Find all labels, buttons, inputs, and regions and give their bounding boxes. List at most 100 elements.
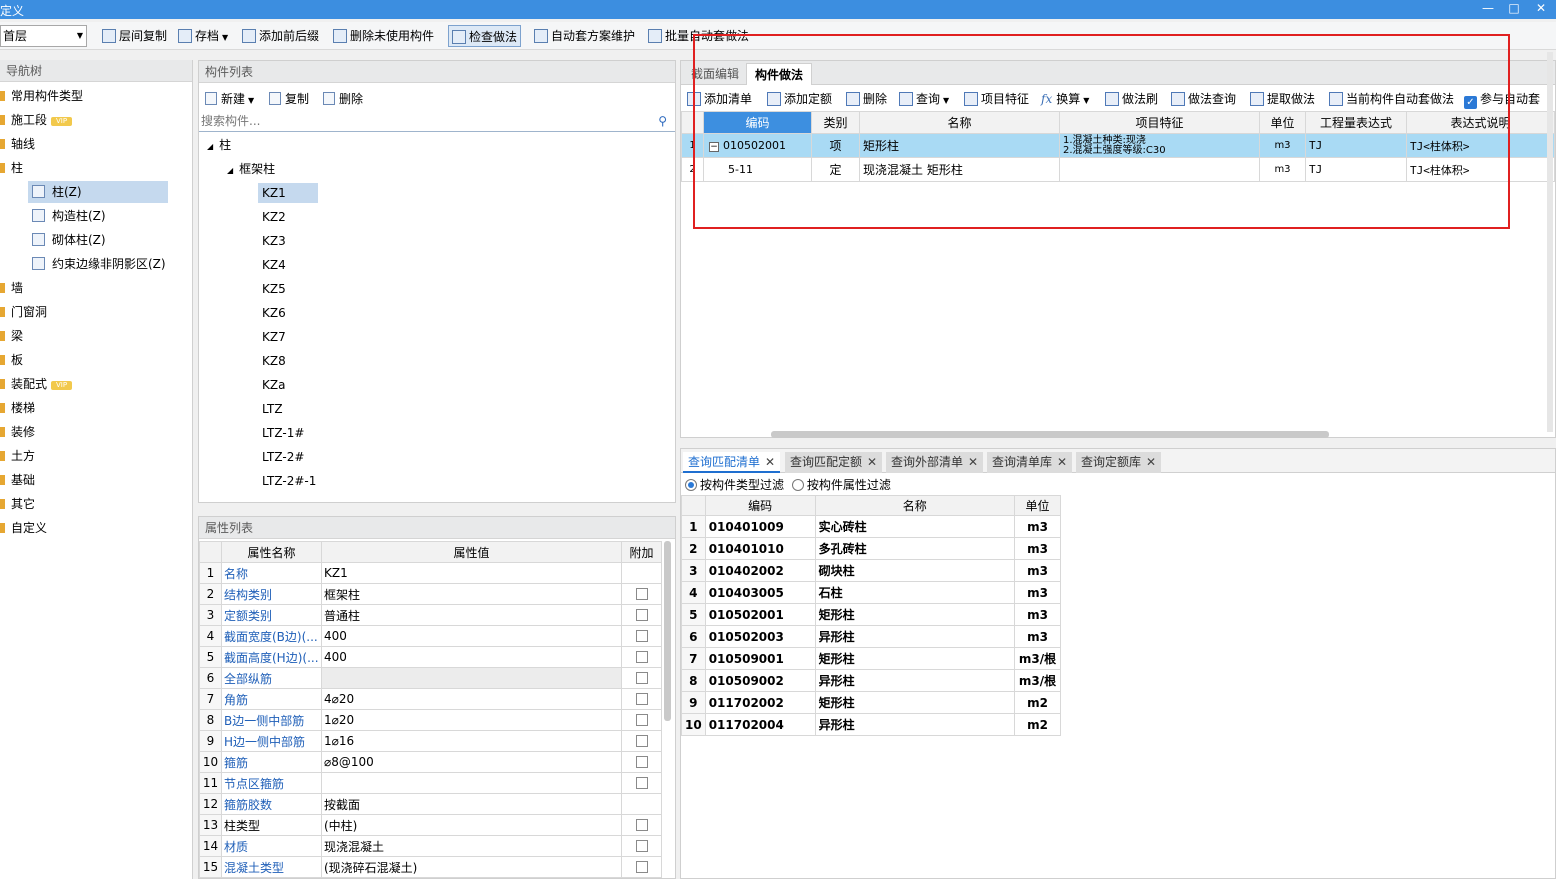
name-cell[interactable]: 多孔砖柱 <box>814 537 1015 560</box>
floor-select[interactable]: 首层 ▼ <box>0 25 87 47</box>
nav-item-custom[interactable]: 自定义 <box>0 518 47 538</box>
attach-cell[interactable] <box>621 814 662 836</box>
checkbox[interactable] <box>635 819 648 831</box>
query-row[interactable]: 8 010509002 异形柱 m3/根 <box>681 669 1062 692</box>
property-value[interactable]: 4⌀20 <box>321 688 622 710</box>
tree-item[interactable]: KZ8 <box>262 351 286 371</box>
unit-cell[interactable]: m3 <box>1013 537 1062 560</box>
property-row[interactable]: 10 箍筋 ⌀8@100 <box>199 751 662 773</box>
name-cell[interactable]: 异形柱 <box>814 625 1015 648</box>
close-icon[interactable]: ✕ <box>867 455 877 469</box>
property-name[interactable]: 全部纵筋 <box>221 667 322 689</box>
nav-sub-column-z[interactable]: 柱(Z) <box>28 181 168 203</box>
query-row[interactable]: 6 010502003 异形柱 m3 <box>681 625 1062 648</box>
tree-item[interactable]: KZ7 <box>262 327 286 347</box>
attach-cell[interactable] <box>621 835 662 857</box>
checkbox[interactable] <box>635 693 648 705</box>
tree-item[interactable]: LTZ-1# <box>262 423 304 443</box>
tree-item[interactable]: KZ4 <box>262 255 286 275</box>
tree-item[interactable]: LTZ-2# <box>262 447 304 467</box>
code-cell[interactable]: 011702004 <box>704 713 816 736</box>
query-row[interactable]: 3 010402002 砌块柱 m3 <box>681 559 1062 582</box>
nav-sub-masonry-column[interactable]: 砌体柱(Z) <box>28 229 106 251</box>
nav-item-foundation[interactable]: 基础 <box>0 470 35 490</box>
query-row[interactable]: 10 011702004 异形柱 m2 <box>681 713 1062 736</box>
property-name[interactable]: 箍筋胶数 <box>221 793 322 815</box>
code-cell[interactable]: 010401010 <box>704 537 816 560</box>
property-value[interactable] <box>321 772 622 794</box>
header-unit[interactable]: 单位 <box>1013 495 1062 516</box>
property-row[interactable]: 2 结构类别 框架柱 <box>199 583 662 605</box>
unit-cell[interactable]: m3/根 <box>1013 647 1062 670</box>
checkbox[interactable] <box>635 861 648 873</box>
tab-quota-library[interactable]: 查询定额库 ✕ <box>1076 452 1162 473</box>
property-value[interactable]: 400 <box>321 625 622 647</box>
delete-button[interactable]: 删除 <box>323 89 363 109</box>
property-value[interactable]: ⌀8@100 <box>321 751 622 773</box>
tree-item[interactable]: KZ5 <box>262 279 286 299</box>
property-name[interactable]: 定额类别 <box>221 604 322 626</box>
tree-item[interactable]: LTZ-2#-1 <box>262 471 316 491</box>
tree-root-column[interactable]: ◢ 柱 <box>207 135 231 155</box>
copy-between-floors-button[interactable]: 层间复制 <box>98 25 171 47</box>
nav-item-stage[interactable]: 施工段 VIP <box>0 110 73 130</box>
component-search-input[interactable]: 搜索构件... ⚲ <box>199 111 675 132</box>
property-row[interactable]: 5 截面高度(H边)(... 400 <box>199 646 662 668</box>
code-cell[interactable]: 010509002 <box>704 669 816 692</box>
property-row[interactable]: 8 B边一侧中部筋 1⌀20 <box>199 709 662 731</box>
property-row[interactable]: 13 柱类型 (中柱) <box>199 814 662 836</box>
name-cell[interactable]: 矩形柱 <box>814 647 1015 670</box>
name-cell[interactable]: 异形柱 <box>814 669 1015 692</box>
code-cell[interactable]: 010402002 <box>704 559 816 582</box>
nav-sub-edge-region[interactable]: 约束边缘非阴影区(Z) <box>28 253 166 275</box>
property-name[interactable]: 结构类别 <box>221 583 322 605</box>
tree-item[interactable]: KZ2 <box>262 207 286 227</box>
attach-cell[interactable] <box>621 793 662 815</box>
checkbox[interactable] <box>635 588 648 600</box>
tree-item[interactable]: KZ1 <box>258 183 318 203</box>
property-row[interactable]: 14 材质 现浇混凝土 <box>199 835 662 857</box>
property-name[interactable]: 材质 <box>221 835 322 857</box>
property-scrollbar[interactable] <box>664 541 671 721</box>
checkbox[interactable] <box>635 735 648 747</box>
name-cell[interactable]: 砌块柱 <box>814 559 1015 582</box>
nav-sub-construct-column[interactable]: 构造柱(Z) <box>28 205 106 227</box>
query-row[interactable]: 2 010401010 多孔砖柱 m3 <box>681 537 1062 560</box>
filter-by-attribute[interactable]: 按构件属性过滤 <box>791 478 891 492</box>
unit-cell[interactable]: m2 <box>1013 713 1062 736</box>
attach-cell[interactable] <box>621 772 662 794</box>
code-cell[interactable]: 010401009 <box>704 515 816 538</box>
property-row[interactable]: 6 全部纵筋 <box>199 667 662 689</box>
tree-item[interactable]: KZ6 <box>262 303 286 323</box>
nav-item-earthwork[interactable]: 土方 <box>0 446 35 466</box>
property-row[interactable]: 7 角筋 4⌀20 <box>199 688 662 710</box>
attach-cell[interactable] <box>621 730 662 752</box>
checkbox[interactable] <box>635 756 648 768</box>
property-name[interactable]: B边一侧中部筋 <box>221 709 322 731</box>
property-value[interactable]: 框架柱 <box>321 583 622 605</box>
property-row[interactable]: 4 截面宽度(B边)(... 400 <box>199 625 662 647</box>
property-row[interactable]: 15 混凝土类型 (现浇碎石混凝土) <box>199 856 662 878</box>
attach-cell[interactable] <box>621 751 662 773</box>
property-value[interactable]: 普通柱 <box>321 604 622 626</box>
name-cell[interactable]: 矩形柱 <box>814 603 1015 626</box>
delete-unused-button[interactable]: 删除未使用构件 <box>329 25 438 47</box>
property-row[interactable]: 11 节点区箍筋 <box>199 772 662 794</box>
collapse-icon[interactable]: ◢ <box>227 166 233 175</box>
checkbox[interactable] <box>635 672 648 684</box>
unit-cell[interactable]: m2 <box>1013 691 1062 714</box>
property-row[interactable]: 12 箍筋胶数 按截面 <box>199 793 662 815</box>
check-method-button[interactable]: 检查做法 <box>448 25 522 47</box>
checkbox[interactable] <box>635 714 648 726</box>
property-name[interactable]: 混凝土类型 <box>221 856 322 878</box>
property-value[interactable]: 400 <box>321 646 622 668</box>
query-row[interactable]: 9 011702002 矩形柱 m2 <box>681 691 1062 714</box>
tree-group-frame-column[interactable]: ◢ 框架柱 <box>227 159 275 179</box>
header-name[interactable]: 名称 <box>814 495 1015 516</box>
header-code[interactable]: 编码 <box>704 495 816 516</box>
checkbox[interactable] <box>635 609 648 621</box>
code-cell[interactable]: 010502003 <box>704 625 816 648</box>
collapse-icon[interactable]: ◢ <box>207 142 213 151</box>
attach-cell[interactable] <box>621 625 662 647</box>
attach-cell[interactable] <box>621 646 662 668</box>
